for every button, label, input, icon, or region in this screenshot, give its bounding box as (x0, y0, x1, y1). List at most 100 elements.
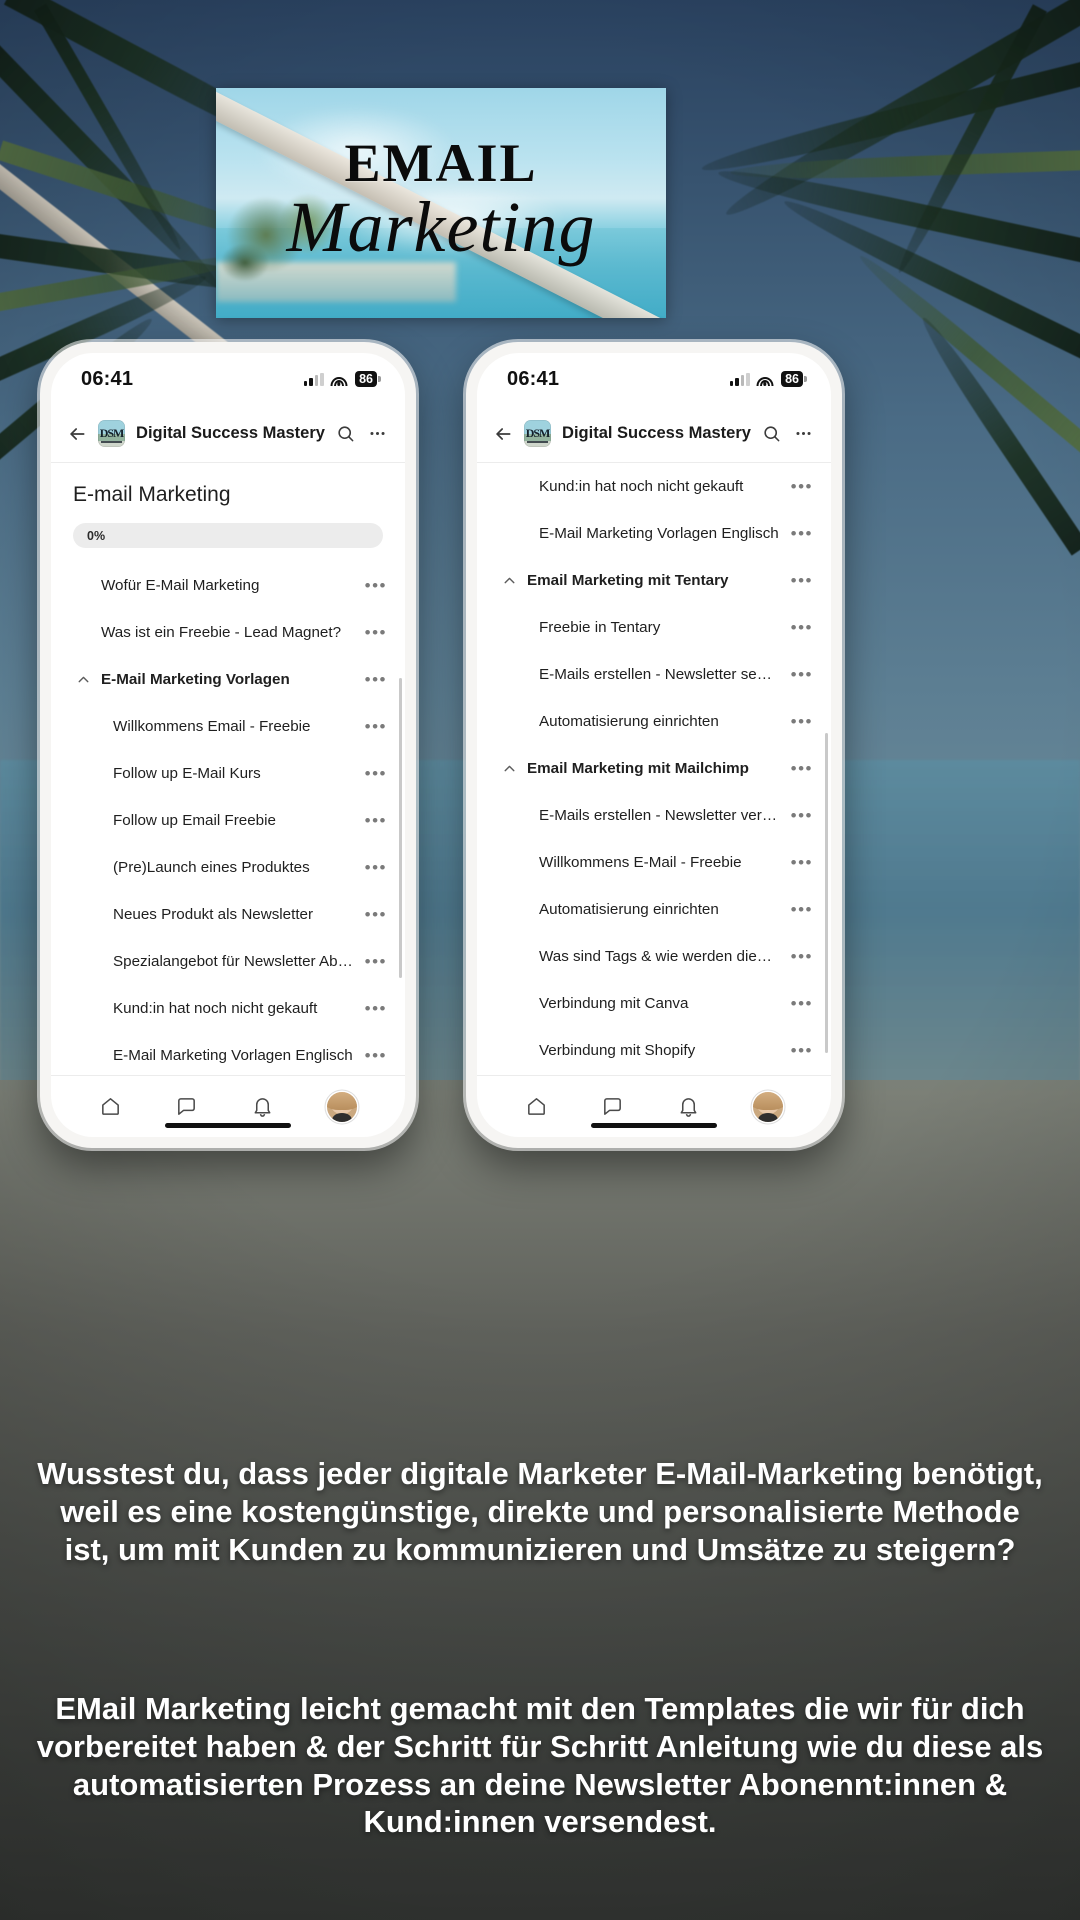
lesson-row[interactable]: E-Mail Marketing Vorlagen Englisch ••• (51, 1032, 405, 1075)
notification-bell-icon[interactable] (677, 1095, 700, 1118)
lesson-more-icon[interactable]: ••• (787, 478, 813, 495)
lesson-more-icon[interactable]: ••• (787, 760, 813, 777)
lesson-row[interactable]: E-Mails erstellen - Newsletter send… ••• (477, 651, 831, 698)
lesson-more-icon[interactable]: ••• (787, 948, 813, 965)
lesson-more-icon[interactable]: ••• (787, 901, 813, 918)
email-marketing-banner: EMAIL Marketing (216, 88, 666, 318)
lesson-more-icon[interactable]: ••• (361, 1000, 387, 1017)
banner-title: EMAIL (344, 133, 538, 193)
app-header-right: DSM Digital Success Mastery (477, 405, 831, 463)
chevron-up-icon[interactable] (499, 572, 519, 589)
phone-screen-left: 06:41 86 DSM Digital Success Mastery E-m… (51, 353, 405, 1137)
lesson-row[interactable]: Verbindung mit Canva ••• (477, 980, 831, 1027)
lesson-more-icon[interactable]: ••• (361, 765, 387, 782)
status-time: 06:41 (81, 367, 134, 390)
lesson-title: Verbindung mit Canva (539, 995, 689, 1012)
home-indicator (591, 1123, 717, 1128)
lesson-title: Verbindung mit Shopify (539, 1042, 696, 1059)
lesson-more-icon[interactable]: ••• (361, 953, 387, 970)
lesson-more-icon[interactable]: ••• (361, 1047, 387, 1064)
more-options-icon[interactable] (793, 419, 813, 449)
progress-label: 0% (87, 528, 106, 543)
chat-bubble-icon[interactable] (175, 1095, 198, 1118)
lesson-row[interactable]: Follow up Email Freebie ••• (51, 797, 405, 844)
app-header-left: DSM Digital Success Mastery (51, 405, 405, 463)
home-icon[interactable] (99, 1095, 122, 1118)
lesson-title: Willkommens Email - Freebie (113, 718, 311, 735)
lesson-more-icon[interactable]: ••• (787, 666, 813, 683)
app-title: Digital Success Mastery (136, 424, 325, 442)
lesson-title: Automatisierung einrichten (539, 713, 719, 730)
lesson-more-icon[interactable]: ••• (787, 713, 813, 730)
lesson-row[interactable]: E-Mails erstellen - Newsletter verse… ••• (477, 792, 831, 839)
scrollbar-left[interactable] (399, 678, 402, 978)
lesson-more-icon[interactable]: ••• (787, 807, 813, 824)
home-indicator (165, 1123, 291, 1128)
lesson-row[interactable]: Freebie in Tentary ••• (477, 604, 831, 651)
lesson-more-icon[interactable]: ••• (361, 624, 387, 641)
more-options-icon[interactable] (367, 419, 387, 449)
lesson-row[interactable]: Follow up E-Mail Kurs ••• (51, 750, 405, 797)
lesson-row[interactable]: E-Mail Marketing Vorlagen Englisch ••• (477, 510, 831, 557)
lesson-title: Was sind Tags & wie werden diese … (539, 948, 779, 965)
lesson-more-icon[interactable]: ••• (361, 859, 387, 876)
lesson-more-icon[interactable]: ••• (787, 572, 813, 589)
home-icon[interactable] (525, 1095, 548, 1118)
lesson-row[interactable]: Automatisierung einrichten ••• (477, 886, 831, 933)
lesson-more-icon[interactable]: ••• (787, 525, 813, 542)
lesson-title: E-Mail Marketing Vorlagen Englisch (539, 525, 779, 542)
lesson-row[interactable]: Verbindung mit Shopify ••• (477, 1027, 831, 1074)
lesson-more-icon[interactable]: ••• (787, 854, 813, 871)
status-icons: 86 (303, 371, 377, 387)
scrollbar-right[interactable] (825, 733, 828, 1053)
lesson-row[interactable]: Willkommens Email - Freebie ••• (51, 703, 405, 750)
status-time: 06:41 (507, 367, 560, 390)
notification-bell-icon[interactable] (251, 1095, 274, 1118)
chevron-up-icon[interactable] (73, 671, 93, 688)
phone-screen-right: 06:41 86 DSM Digital Success Mastery Kun… (477, 353, 831, 1137)
user-avatar-icon[interactable] (326, 1091, 357, 1122)
lesson-more-icon[interactable]: ••• (361, 718, 387, 735)
lesson-row[interactable]: Kund:in hat noch nicht gekauft ••• (51, 985, 405, 1032)
chevron-up-icon[interactable] (499, 760, 519, 777)
lesson-title: Kund:in hat noch nicht gekauft (113, 1000, 318, 1017)
app-logo-icon: DSM (524, 420, 552, 447)
lesson-more-icon[interactable]: ••• (361, 906, 387, 923)
course-title: E-mail Marketing (73, 483, 231, 506)
lesson-section-row[interactable]: Email Marketing mit Mailchimp ••• (477, 745, 831, 792)
lesson-row[interactable]: Automatisierung einrichten ••• (477, 698, 831, 745)
lesson-more-icon[interactable]: ••• (787, 995, 813, 1012)
lesson-row[interactable]: Was sind Tags & wie werden diese … ••• (477, 933, 831, 980)
back-arrow-icon[interactable] (67, 419, 87, 449)
lesson-row[interactable]: (Pre)Launch eines Produktes ••• (51, 844, 405, 891)
lesson-row[interactable]: Willkommens E-Mail - Freebie ••• (477, 839, 831, 886)
search-icon[interactable] (336, 419, 356, 449)
lesson-row[interactable]: Wofür E-Mail Marketing ••• (51, 562, 405, 609)
lesson-more-icon[interactable]: ••• (787, 619, 813, 636)
chat-bubble-icon[interactable] (601, 1095, 624, 1118)
lesson-section-row[interactable]: Email Marketing mit Tentary ••• (477, 557, 831, 604)
search-icon[interactable] (762, 419, 782, 449)
lesson-more-icon[interactable]: ••• (787, 1042, 813, 1059)
lesson-more-icon[interactable]: ••• (361, 577, 387, 594)
lesson-title: E-Mail Marketing Vorlagen Englisch (113, 1047, 353, 1064)
lesson-list-right[interactable]: Kund:in hat noch nicht gekauft ••• E-Mail … (477, 463, 831, 1074)
lesson-row[interactable]: Neues Produkt als Newsletter ••• (51, 891, 405, 938)
lesson-more-icon[interactable]: ••• (361, 671, 387, 688)
lesson-list-left[interactable]: Wofür E-Mail Marketing ••• Was ist ein Fre… (51, 562, 405, 1075)
course-content-left[interactable]: E-mail Marketing 0% Wofür E-Mail Marketi… (51, 463, 405, 1075)
lesson-title: Email Marketing mit Tentary (527, 572, 729, 589)
lesson-more-icon[interactable]: ••• (361, 812, 387, 829)
status-icons: 86 (729, 371, 803, 387)
lesson-title: E-Mails erstellen - Newsletter verse… (539, 807, 779, 824)
lesson-title: E-Mail Marketing Vorlagen (101, 671, 290, 688)
lesson-section-row[interactable]: E-Mail Marketing Vorlagen ••• (51, 656, 405, 703)
lesson-row[interactable]: Spezialangebot für Newsletter Abo… ••• (51, 938, 405, 985)
lesson-row[interactable]: Kund:in hat noch nicht gekauft ••• (477, 463, 831, 510)
cellular-signal-icon (729, 372, 750, 386)
user-avatar-icon[interactable] (752, 1091, 783, 1122)
back-arrow-icon[interactable] (493, 419, 513, 449)
course-content-right[interactable]: Kund:in hat noch nicht gekauft ••• E-Mail … (477, 463, 831, 1075)
lesson-row[interactable]: Was ist ein Freebie - Lead Magnet? ••• (51, 609, 405, 656)
app-logo-icon: DSM (98, 420, 126, 447)
